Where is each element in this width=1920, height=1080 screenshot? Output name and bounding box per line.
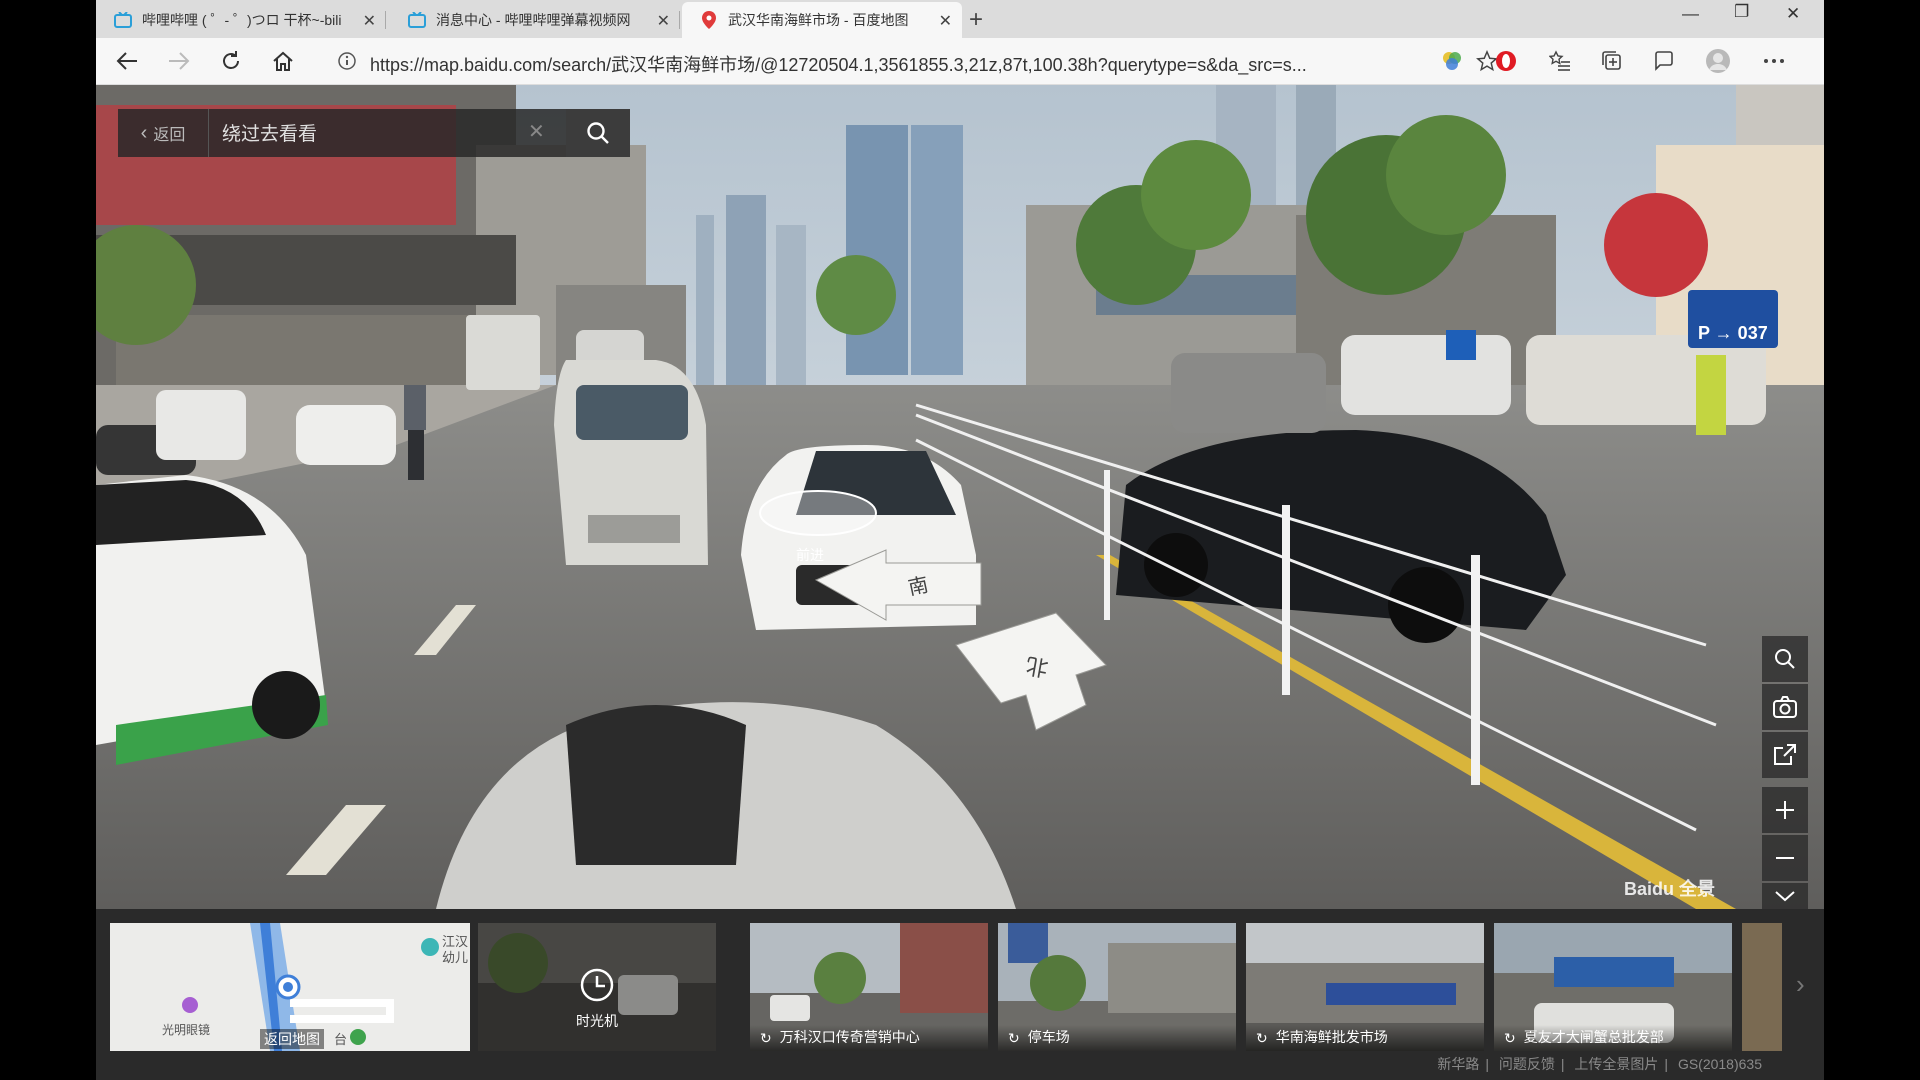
minimap-poi-label: 幼儿 [442,950,469,965]
bilibili-tv-icon [114,11,132,29]
refresh-icon[interactable] [218,48,244,74]
back-button[interactable]: ‹ 返回 [118,109,209,157]
thumb-caption-text: 万科汉口传奇营销中心 [779,1029,920,1045]
favorites-list-icon[interactable] [1546,47,1574,75]
minimap-poi-label: 光明眼镜 [162,1023,211,1037]
back-arrow-icon[interactable] [114,48,140,74]
search-input[interactable]: 绕过去看看 [222,119,317,146]
zoom-in-button[interactable] [1762,787,1808,833]
clock-icon [580,968,614,1002]
refresh-small-icon: ↻ [760,1030,772,1046]
collapse-strip-button[interactable] [1762,883,1808,909]
arrow-north-label: 北 [1024,651,1050,679]
forward-arrow-icon[interactable] [166,48,192,74]
thumb-caption-text: 停车场 [1027,1029,1070,1045]
zoom-out-icon [1776,857,1794,859]
chevron-left-icon: ‹ [140,121,148,144]
screenshot-tool[interactable] [1762,684,1808,730]
map-footer: 新华路 | 问题反馈 | 上传全景图片 | GS(2018)635 [1437,1056,1762,1072]
tab-close-icon[interactable]: ✕ [939,11,952,31]
baidu-watermark: Baidu 全景 [1624,879,1716,899]
nearby-thumb[interactable]: ↻ 停车场 [998,923,1236,1051]
thumb-caption: ↻ 停车场 [998,1025,1236,1051]
tab-title: 消息中心 - 哔哩哔哩弹幕视频网 [436,12,631,28]
tab-close-icon[interactable]: ✕ [363,11,376,31]
panorama-search-tool[interactable] [1762,636,1808,682]
search-icon [587,122,609,144]
time-machine-thumb[interactable]: 时光机 [478,923,716,1051]
map-pin-icon [700,11,718,29]
thumbnail-strip: 光明眼镜 江汉 幼儿 台 返回地图 时光机 ↻ 万科汉口传奇营销中心 ↻ 停车场 [96,909,1824,1080]
address-bar[interactable]: https://map.baidu.com/search/武汉华南海鲜市场/@1… [326,45,1516,77]
bilibili-tv-icon [408,11,426,29]
clear-icon[interactable]: ✕ [528,119,545,144]
forward-marker[interactable] [759,490,877,536]
nearby-thumb[interactable]: ↻ 万科汉口传奇营销中心 [750,923,988,1051]
chevron-right-icon[interactable]: › [1796,969,1805,1000]
tab-title: 武汉华南海鲜市场 - 百度地图 [728,12,909,28]
minimap[interactable]: 光明眼镜 江汉 幼儿 台 返回地图 [110,923,470,1051]
browser-toolbar: https://map.baidu.com/search/武汉华南海鲜市场/@1… [96,38,1824,85]
thumb-caption: ↻ 华南海鲜批发市场 [1246,1025,1484,1051]
thumb-caption-text: 夏友才大闸蟹总批发部 [1523,1029,1664,1045]
panorama-viewport[interactable]: 前进 南 北 P → 037 ‹ 返回 绕过去看看 ✕ Baidu 全景 [96,85,1824,909]
share-tool[interactable] [1762,732,1808,778]
tab-close-icon[interactable]: ✕ [657,11,670,31]
chevron-down-icon [1775,891,1795,902]
tab-baidu-map[interactable]: 武汉华南海鲜市场 - 百度地图 ✕ [682,2,962,38]
search-icon [1775,649,1795,669]
time-machine-label: 时光机 [576,1013,618,1029]
thumb-caption: ↻ 万科汉口传奇营销中心 [750,1025,988,1051]
tab-bilibili-messages[interactable]: 消息中心 - 哔哩哔哩弹幕视频网 ✕ [390,2,680,38]
street-view-image[interactable]: 前进 南 北 P → 037 [96,85,1824,909]
camera-icon [1773,696,1797,718]
new-tab-icon[interactable]: + [969,6,983,34]
refresh-small-icon: ↻ [1008,1030,1020,1046]
back-label: 返回 [153,127,186,144]
feedback-icon[interactable] [1650,47,1678,75]
home-icon[interactable] [270,48,296,74]
tab-bilibili-home[interactable]: 哔哩哔哩 ( ゜- ゜)つロ 干杯~-bilibili ✕ [96,2,386,38]
panorama-search-bar: ‹ 返回 绕过去看看 ✕ [118,109,630,157]
colorful-extension-icon[interactable] [1438,47,1466,75]
collections-icon[interactable] [1598,47,1626,75]
minimize-icon[interactable]: — [1682,4,1699,24]
feedback-link[interactable]: 问题反馈 [1499,1056,1555,1072]
nearby-thumb-partial[interactable] [1742,923,1782,1051]
return-map-link[interactable]: 返回地图 [260,1029,324,1049]
footer-road-name: 新华路 [1437,1056,1480,1072]
zoom-out-button[interactable] [1762,835,1808,881]
zoom-in-icon [1776,801,1794,819]
refresh-small-icon: ↻ [1256,1030,1268,1046]
forward-label: 前进 [796,547,824,563]
profile-avatar[interactable] [1704,47,1732,75]
minimap-poi-label: 台 [334,1032,348,1047]
refresh-small-icon: ↻ [1504,1030,1516,1046]
nearby-thumb[interactable]: ↻ 华南海鲜批发市场 [1246,923,1484,1051]
search-button[interactable] [566,109,630,157]
thumb-caption: ↻ 夏友才大闸蟹总批发部 [1494,1025,1732,1051]
opera-extension-icon[interactable] [1492,47,1520,75]
svg-text:P → 037: P → 037 [1698,323,1768,343]
info-icon[interactable] [338,52,356,75]
thumb-caption-text: 华南海鲜批发市场 [1275,1029,1388,1045]
url-text[interactable]: https://map.baidu.com/search/武汉华南海鲜市场/@1… [370,51,1307,77]
more-menu-icon[interactable] [1760,47,1788,75]
tab-title: 哔哩哔哩 ( ゜- ゜)つロ 干杯~-bilibili [142,12,342,28]
window-close-icon[interactable]: ✕ [1786,4,1800,24]
restore-icon[interactable]: ❐ [1734,2,1749,22]
license-number: GS(2018)635 [1677,1056,1762,1072]
upload-panorama-link[interactable]: 上传全景图片 [1574,1056,1658,1072]
tab-strip: 哔哩哔哩 ( ゜- ゜)つロ 干杯~-bilibili ✕ 消息中心 - 哔哩哔… [96,0,1824,38]
browser-window: 哔哩哔哩 ( ゜- ゜)つロ 干杯~-bilibili ✕ 消息中心 - 哔哩哔… [96,0,1824,1080]
nearby-thumb[interactable]: ↻ 夏友才大闸蟹总批发部 [1494,923,1732,1051]
share-icon [1774,744,1796,765]
